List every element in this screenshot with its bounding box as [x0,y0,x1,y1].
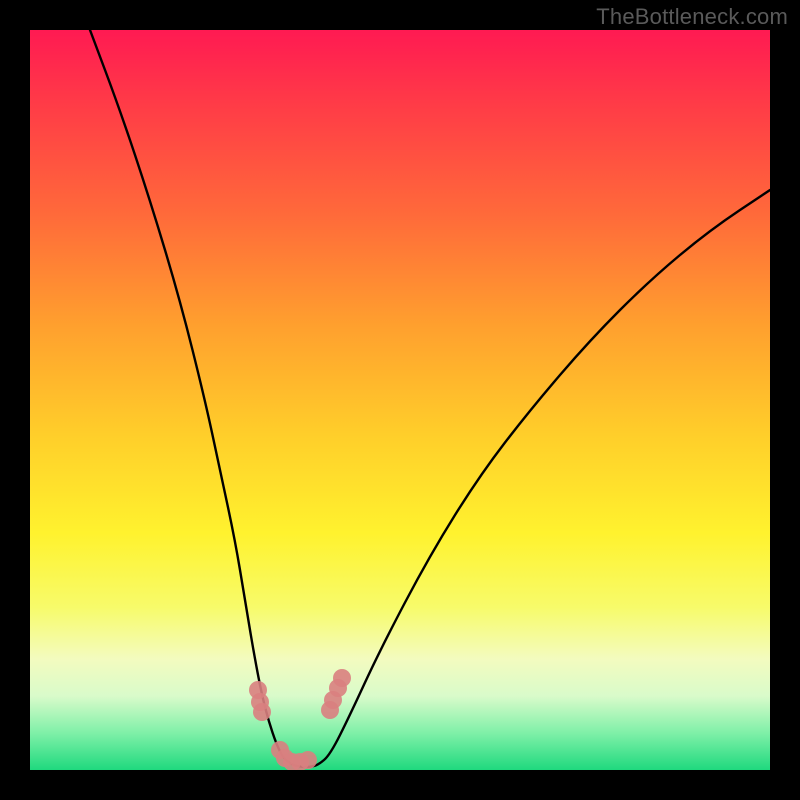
markers-right-point [333,669,351,687]
markers-left-point [253,703,271,721]
markers-left-point [299,751,317,769]
plot-area [30,30,770,770]
bottleneck-curve [90,30,770,767]
chart-frame: TheBottleneck.com [0,0,800,800]
chart-svg [30,30,770,770]
watermark-text: TheBottleneck.com [596,4,788,30]
